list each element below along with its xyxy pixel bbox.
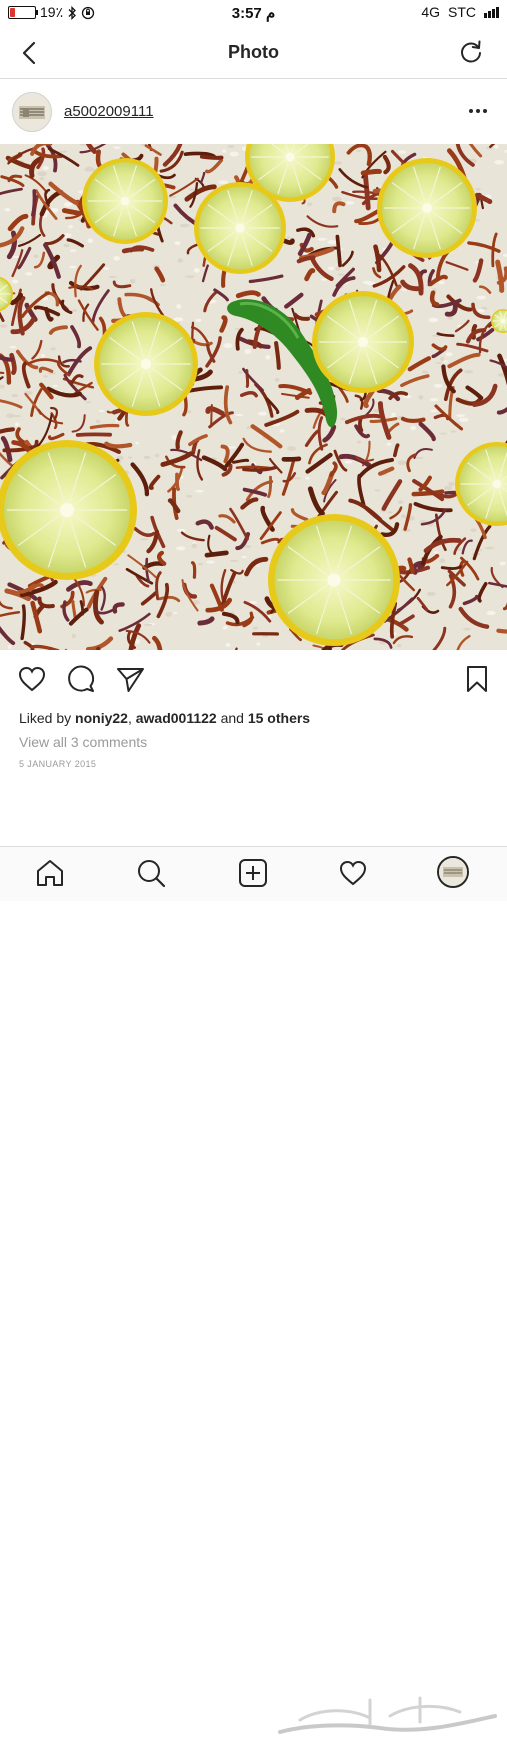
- food-photo: [0, 144, 507, 650]
- liker-link[interactable]: awad001122: [136, 710, 217, 726]
- liker-link[interactable]: noniy22: [75, 710, 128, 726]
- signal-icon: [484, 6, 499, 18]
- comment-button[interactable]: [66, 664, 96, 694]
- post-date: 5 JANUARY 2015: [19, 759, 97, 769]
- more-options-button[interactable]: [467, 103, 489, 119]
- heart-icon: [339, 860, 367, 886]
- nav-bar: Photo: [0, 26, 507, 79]
- send-icon: [117, 668, 144, 692]
- bookmark-icon: [467, 666, 487, 692]
- like-button[interactable]: [17, 664, 47, 694]
- watermark-logo: [278, 1696, 497, 1734]
- tab-profile[interactable]: [437, 856, 469, 888]
- avatar[interactable]: [12, 92, 52, 132]
- post-actions: [0, 650, 507, 706]
- status-right: 4G STC: [421, 4, 499, 20]
- carrier-name: STC: [448, 4, 476, 20]
- tab-activity[interactable]: [337, 857, 369, 889]
- post-header: a5002009111: [0, 79, 507, 143]
- likes-others-link[interactable]: 15 others: [248, 710, 310, 726]
- page-title: Photo: [228, 42, 279, 62]
- view-comments-link[interactable]: View all 3 comments: [19, 734, 147, 750]
- tab-search[interactable]: [135, 857, 167, 889]
- heart-icon: [18, 666, 46, 692]
- tab-bar: [0, 846, 507, 1734]
- search-icon: [138, 860, 166, 888]
- network-type: 4G: [421, 4, 440, 20]
- save-button[interactable]: [462, 664, 492, 694]
- home-icon: [37, 860, 63, 886]
- add-post-icon: [239, 859, 267, 887]
- post-username[interactable]: a5002009111: [64, 103, 154, 120]
- refresh-icon: [461, 40, 481, 63]
- likes-separator: ,: [127, 710, 136, 726]
- likes-summary: Liked by noniy22, awad001122 and 15 othe…: [19, 710, 310, 726]
- tab-add-post[interactable]: [237, 857, 269, 889]
- likes-middle: and: [216, 710, 248, 726]
- status-bar: 19٪ 3:57 م 4G STC: [0, 0, 507, 26]
- post-photo[interactable]: [0, 144, 507, 650]
- refresh-button[interactable]: [457, 38, 485, 66]
- avatar: [439, 858, 467, 886]
- comment-icon: [68, 665, 95, 692]
- share-button[interactable]: [115, 664, 145, 694]
- likes-prefix: Liked by: [19, 710, 76, 726]
- ellipsis-icon: [469, 109, 487, 113]
- tab-home[interactable]: [34, 857, 66, 889]
